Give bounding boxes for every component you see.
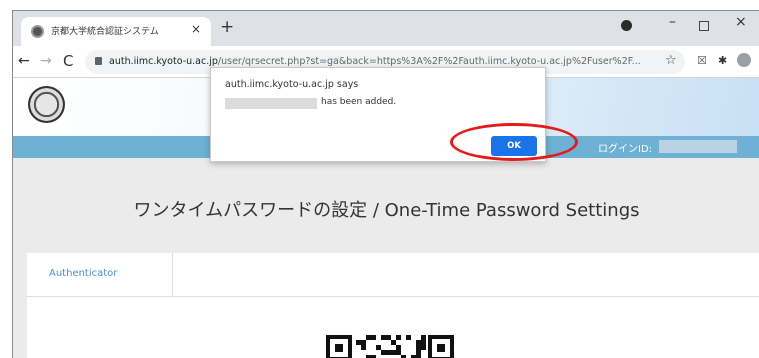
- dialog-title: auth.iimc.kyoto-u.ac.jp says: [225, 79, 359, 90]
- favicon-icon: [31, 25, 44, 38]
- tab-strip: 京都大学統合認証システム × + – ×: [13, 11, 759, 46]
- new-tab-button[interactable]: +: [220, 17, 234, 37]
- close-window-button[interactable]: ×: [735, 14, 747, 30]
- redacted-text: [225, 98, 317, 109]
- minimize-button[interactable]: –: [669, 14, 676, 30]
- reload-button[interactable]: C: [63, 52, 73, 70]
- forward-button[interactable]: →: [40, 53, 52, 69]
- browser-window: 京都大学統合認証システム × + – × ← → C auth.iimc.kyo…: [12, 10, 759, 358]
- tab-bar: Authenticator: [27, 253, 759, 297]
- login-id-value: [659, 140, 737, 153]
- url-path: /user/qrsecret.php?st=ga&back=https%3A%2…: [217, 56, 641, 67]
- login-id-label: ログインID:: [598, 144, 653, 155]
- record-icon[interactable]: [621, 20, 632, 31]
- highlight-circle: [450, 123, 578, 161]
- browser-tab[interactable]: 京都大学統合認証システム ×: [21, 17, 211, 46]
- url-host: auth.iimc.kyoto-u.ac.jp: [109, 56, 218, 67]
- url-text[interactable]: auth.iimc.kyoto-u.ac.jp/user/qrsecret.ph…: [109, 56, 659, 67]
- extension-icon[interactable]: ☒: [697, 54, 707, 67]
- tab-authenticator[interactable]: Authenticator: [27, 253, 173, 297]
- profile-icon[interactable]: [737, 53, 751, 67]
- university-logo: [28, 86, 65, 123]
- puzzle-icon[interactable]: ✱: [718, 54, 727, 67]
- back-button[interactable]: ←: [18, 53, 30, 69]
- tab-label: Authenticator: [49, 268, 118, 279]
- dialog-message: has been added.: [321, 97, 397, 107]
- maximize-button[interactable]: [699, 21, 709, 31]
- settings-card: Authenticator: [27, 253, 759, 358]
- qr-code: [320, 331, 460, 358]
- star-icon[interactable]: ☆: [665, 53, 677, 68]
- page-title: ワンタイムパスワードの設定 / One-Time Password Settin…: [133, 200, 640, 221]
- tab-close-icon[interactable]: ×: [191, 22, 201, 36]
- lock-icon[interactable]: [95, 57, 102, 65]
- tab-title: 京都大学統合認証システム: [51, 27, 159, 37]
